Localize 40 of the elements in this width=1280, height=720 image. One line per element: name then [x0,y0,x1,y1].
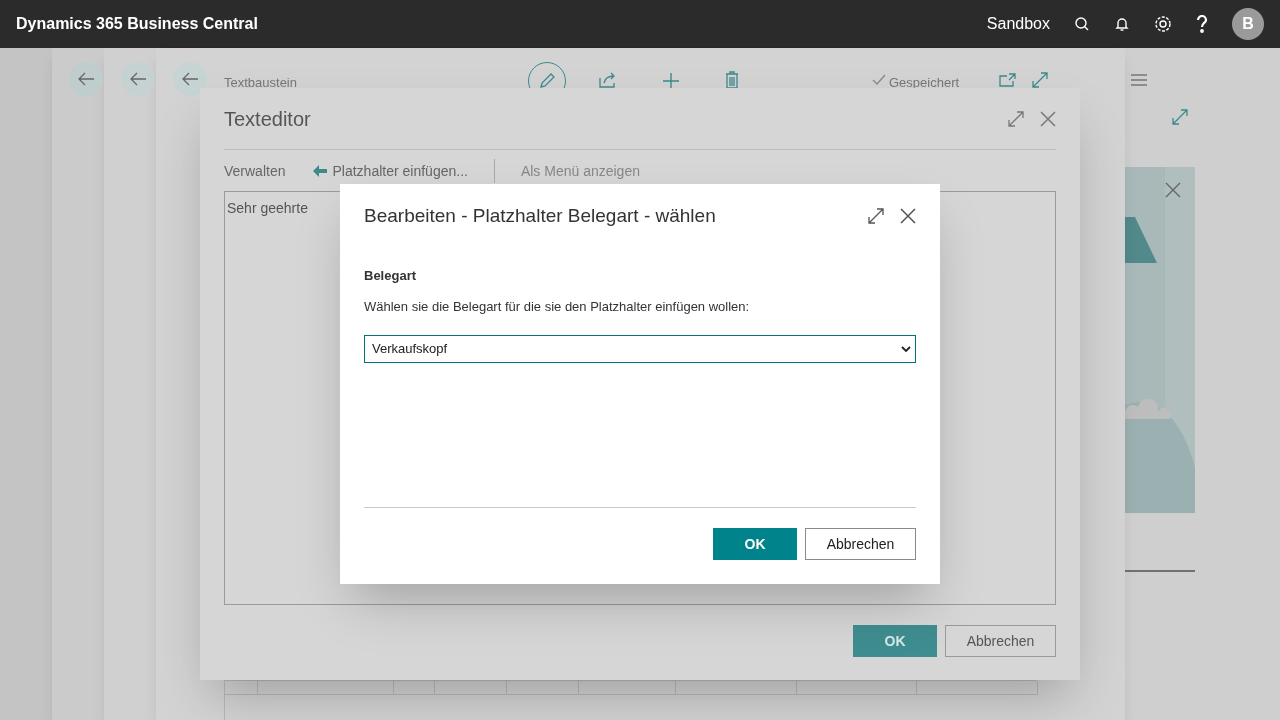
checkmark-icon [872,74,886,86]
bell-icon[interactable] [1114,16,1130,32]
open-new-window-icon[interactable] [999,73,1016,87]
cancel-button[interactable]: Abbrechen [805,528,916,560]
back-arrow-icon [78,72,94,86]
search-icon[interactable] [1074,16,1090,32]
dialog-title: Bearbeiten - Platzhalter Belegart - wählen [364,203,716,228]
add-icon[interactable] [662,72,680,90]
settings-icon[interactable] [1154,15,1172,33]
cancel-button[interactable]: Abbrechen [945,625,1056,657]
insert-placeholder-button[interactable]: Platzhalter einfügen... [313,160,468,182]
dialog-title: Texteditor [224,106,311,132]
close-icon[interactable] [900,208,916,224]
action-menu-button[interactable]: Verwalten [224,160,286,182]
expand-icon[interactable] [1008,110,1024,127]
close-icon[interactable] [1165,182,1181,198]
field-group-label: Belegart [364,267,418,285]
share-icon[interactable] [599,72,617,88]
chevron-down-icon [901,345,911,353]
help-icon[interactable] [1196,15,1208,33]
close-icon[interactable] [1040,110,1056,127]
action-menu-button[interactable]: Als Menü anzeigen [520,160,640,182]
back-arrow-icon [130,72,146,86]
trash-icon[interactable] [725,71,739,89]
ok-button[interactable]: OK [853,625,937,657]
select-value: Verkaufskopf [372,340,448,359]
arrow-left-icon [313,165,328,177]
save-status: Gespeichert [889,74,960,92]
avatar[interactable]: B [1232,8,1264,40]
environment-name: Sandbox [986,14,1050,34]
app-title: Dynamics 365 Business Central [16,14,258,34]
expand-icon[interactable] [868,208,884,224]
text-content: Sehr geehrte [227,200,308,216]
page-title: Textbaustein [224,74,297,92]
select-field[interactable]: Verkaufskopf [364,335,916,363]
back-arrow-icon [182,72,198,86]
pencil-icon [538,72,556,90]
ok-button[interactable]: OK [713,528,797,560]
menu-icon[interactable] [1131,74,1147,86]
instruction-text: Wählen sie die Belegart für die sie den Platzhalter einfügen wollen: [364,297,751,316]
